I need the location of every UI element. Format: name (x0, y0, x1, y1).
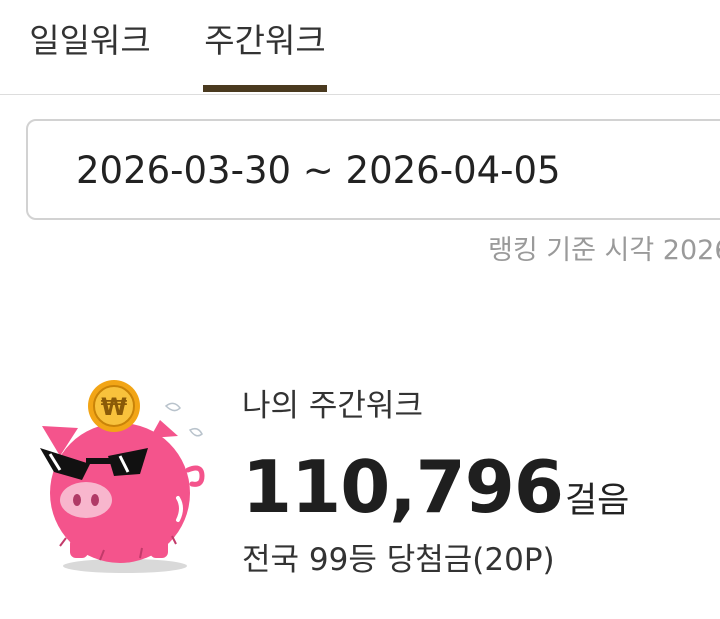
coin-icon: ₩ (88, 380, 140, 432)
date-range-text: 2026-03-30 ~ 2026-04-05 (76, 149, 561, 192)
pig-snout (60, 482, 112, 518)
steps-unit: 걸음 (564, 481, 630, 521)
tab-bar: 일일워크 주간워크 (0, 0, 720, 95)
piggy-bank-sunglasses-icon: ₩ (30, 378, 220, 578)
weekly-steps-count: 110,796 (242, 445, 564, 529)
tab-weekly-walk[interactable]: 주간워크 (203, 16, 327, 94)
rank-prize-info: 전국 99등 당첨금(20P) (242, 542, 555, 578)
coin-symbol: ₩ (101, 393, 128, 421)
ranking-time-text: 랭킹 기준 시각 2026 (488, 235, 720, 266)
weekly-walk-screen: 일일워크 주간워크 2026-03-30 ~ 2026-04-05 랭킹 기준 … (0, 0, 720, 619)
tab-daily-walk[interactable]: 일일워크 (26, 16, 154, 94)
my-weekly-label: 나의 주간워크 (242, 388, 423, 424)
selected-tab-indicator (203, 85, 327, 92)
date-range-selector[interactable]: 2026-03-30 ~ 2026-04-05 (26, 119, 720, 220)
weekly-steps: 110,796걸음 (242, 445, 629, 529)
